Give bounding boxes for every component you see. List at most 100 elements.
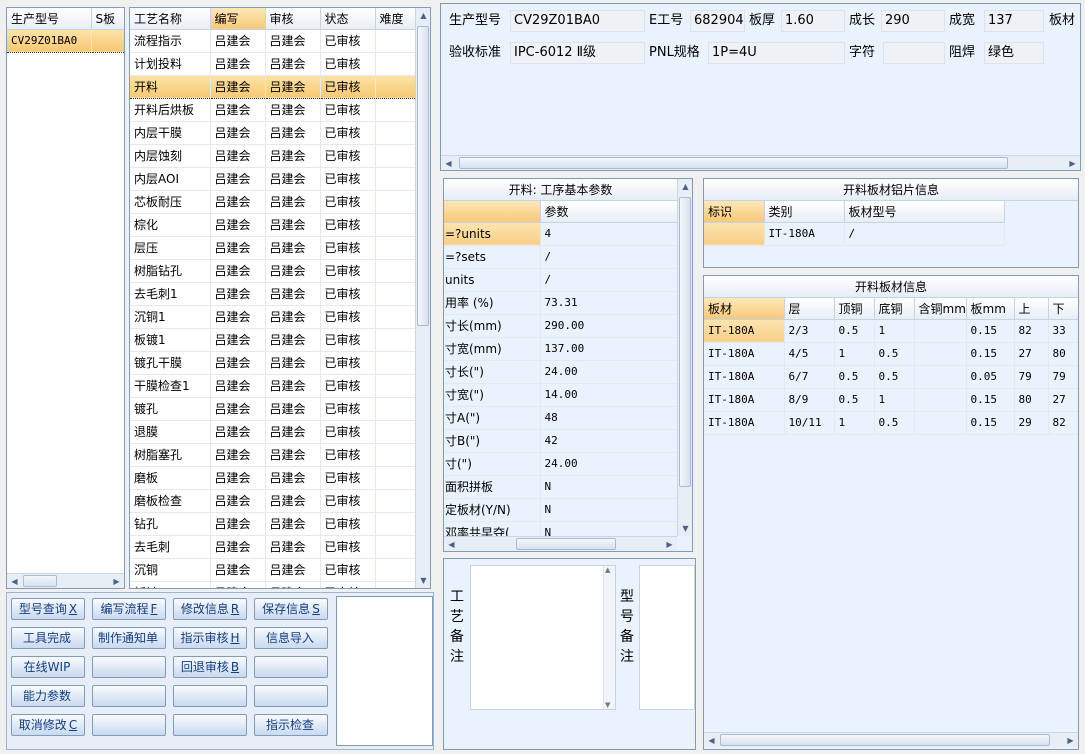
action-button[interactable]: 指示审核 H	[173, 627, 247, 649]
board-cell[interactable]: 27	[1014, 342, 1049, 366]
action-button[interactable]: 在线WIP	[11, 656, 85, 678]
process-cell[interactable]: 已审核	[320, 466, 376, 490]
process-cell[interactable]: 吕建会	[210, 29, 266, 53]
process-row[interactable]: 磨板检查 吕建会 吕建会 已审核	[130, 489, 416, 513]
action-button[interactable]	[254, 656, 328, 678]
board-cell[interactable]: IT-180A	[704, 319, 785, 343]
process-cell[interactable]: 已审核	[320, 374, 376, 398]
board-cell[interactable]: 0.5	[834, 365, 875, 389]
process-cell[interactable]: 已审核	[320, 98, 376, 122]
process-cell[interactable]	[375, 121, 416, 145]
process-row[interactable]: 沉铜 吕建会 吕建会 已审核	[130, 558, 416, 582]
process-cell[interactable]: 已审核	[320, 535, 376, 559]
process-cell[interactable]: 吕建会	[210, 466, 266, 490]
board-cell[interactable]: 0.15	[966, 319, 1015, 343]
board-cell[interactable]: 0.5	[874, 342, 915, 366]
scroll-down-icon[interactable]: ▼	[678, 521, 692, 536]
alu-cell[interactable]: IT-180A	[764, 222, 845, 246]
process-cell[interactable]: 树脂钻孔	[130, 259, 211, 283]
board-row[interactable]: IT-180A 8/9 0.5 1 0.15 80 27	[704, 388, 1078, 412]
process-cell[interactable]: 流程指示	[130, 29, 211, 53]
process-cell[interactable]: 磨板检查	[130, 489, 211, 513]
process-row[interactable]: 沉铜1 吕建会 吕建会 已审核	[130, 305, 416, 329]
info-hscroll[interactable]: ◀ ▶	[441, 155, 1080, 170]
char-field[interactable]	[883, 42, 945, 64]
process-cell[interactable]: 吕建会	[265, 512, 321, 536]
alu-col-model[interactable]: 板材型号	[844, 201, 1005, 223]
process-cell[interactable]: 吕建会	[210, 121, 266, 145]
board-cell[interactable]: 0.15	[966, 342, 1015, 366]
param-row[interactable]: 寸长(mm) 290.00	[444, 314, 677, 338]
param-name-cell[interactable]: 邓率共早夺(	[444, 521, 541, 536]
model-notes-box[interactable]	[639, 565, 695, 710]
process-row[interactable]: 退膜 吕建会 吕建会 已审核	[130, 420, 416, 444]
alu-row[interactable]: IT-180A /	[704, 222, 1005, 246]
param-value-cell[interactable]: 4	[540, 222, 677, 246]
info-hthumb[interactable]	[459, 157, 1008, 169]
process-row[interactable]: 开料 吕建会 吕建会 已审核	[130, 74, 416, 99]
process-row[interactable]: 内层蚀刻 吕建会 吕建会 已审核	[130, 144, 416, 168]
action-button[interactable]: 工具完成	[11, 627, 85, 649]
process-cell[interactable]: 吕建会	[265, 581, 321, 588]
board-cell[interactable]: 1	[834, 411, 875, 435]
param-name-cell[interactable]: 寸长(")	[444, 360, 541, 384]
board-row[interactable]: IT-180A 2/3 0.5 1 0.15 82 33	[704, 319, 1078, 343]
alu-cell[interactable]: /	[844, 222, 1005, 246]
process-cell[interactable]: 去毛刺	[130, 535, 211, 559]
process-row[interactable]: 磨板 吕建会 吕建会 已审核	[130, 466, 416, 490]
process-cell[interactable]	[375, 397, 416, 421]
param-name-cell[interactable]: =?units	[444, 222, 541, 246]
process-cell[interactable]	[375, 213, 416, 237]
process-cell[interactable]: 退膜	[130, 420, 211, 444]
action-button[interactable]: 指示检查	[254, 714, 328, 736]
craft-notes-box[interactable]: ▲ ▼	[470, 565, 616, 710]
mask-field[interactable]: 绿色	[984, 42, 1044, 64]
action-button[interactable]	[92, 656, 166, 678]
col-author[interactable]: 编写	[210, 8, 266, 30]
board-cell[interactable]: 0.05	[966, 365, 1015, 389]
process-cell[interactable]: 吕建会	[210, 489, 266, 513]
eno-field[interactable]: 682904	[690, 10, 745, 32]
col-process-name[interactable]: 工艺名称	[130, 8, 211, 30]
board-cell[interactable]: 33	[1048, 319, 1078, 343]
param-row[interactable]: 寸宽(mm) 137.00	[444, 337, 677, 361]
params-value-header[interactable]: 参数	[540, 201, 677, 223]
params-name-header[interactable]	[444, 201, 541, 223]
process-cell[interactable]	[375, 466, 416, 490]
process-cell[interactable]	[375, 236, 416, 260]
alu-col-type[interactable]: 类别	[764, 201, 845, 223]
process-cell[interactable]: 吕建会	[265, 74, 321, 99]
param-name-cell[interactable]: 定板材(Y/N)	[444, 498, 541, 522]
board-col-header[interactable]: 顶铜	[834, 298, 875, 320]
process-cell[interactable]: 吕建会	[265, 167, 321, 191]
board-col-header[interactable]: 底铜	[874, 298, 915, 320]
board-cell[interactable]: 79	[1048, 365, 1078, 389]
process-cell[interactable]: 芯板耐压	[130, 190, 211, 214]
board-cell[interactable]	[914, 319, 967, 343]
process-cell[interactable]	[375, 581, 416, 588]
process-cell[interactable]: 吕建会	[210, 52, 266, 76]
param-row[interactable]: 邓率共早夺(N	[444, 521, 677, 536]
board-cell[interactable]: 79	[1014, 365, 1049, 389]
process-cell[interactable]: 已审核	[320, 328, 376, 352]
s-board-header[interactable]: S板	[91, 8, 124, 30]
scroll-left-icon[interactable]: ◀	[444, 537, 459, 551]
craft-notes-scroll[interactable]: ▲ ▼	[603, 566, 615, 709]
process-cell[interactable]: 开料	[130, 74, 211, 99]
board-col-header[interactable]: 板mm	[966, 298, 1015, 320]
process-cell[interactable]	[375, 167, 416, 191]
process-cell[interactable]: 吕建会	[210, 558, 266, 582]
action-button[interactable]: 信息导入	[254, 627, 328, 649]
process-cell[interactable]: 层压	[130, 236, 211, 260]
process-cell[interactable]: 吕建会	[265, 535, 321, 559]
col-difficulty[interactable]: 难度	[375, 8, 416, 30]
process-cell[interactable]: 吕建会	[265, 259, 321, 283]
process-cell[interactable]	[375, 144, 416, 168]
scroll-right-icon[interactable]: ▶	[1065, 156, 1080, 170]
scroll-up-icon[interactable]: ▲	[605, 566, 610, 574]
process-cell[interactable]: 吕建会	[210, 282, 266, 306]
board-cell[interactable]: 80	[1048, 342, 1078, 366]
process-cell[interactable]: 已审核	[320, 167, 376, 191]
board-cell[interactable]: IT-180A	[704, 365, 785, 389]
process-cell[interactable]: 吕建会	[210, 213, 266, 237]
